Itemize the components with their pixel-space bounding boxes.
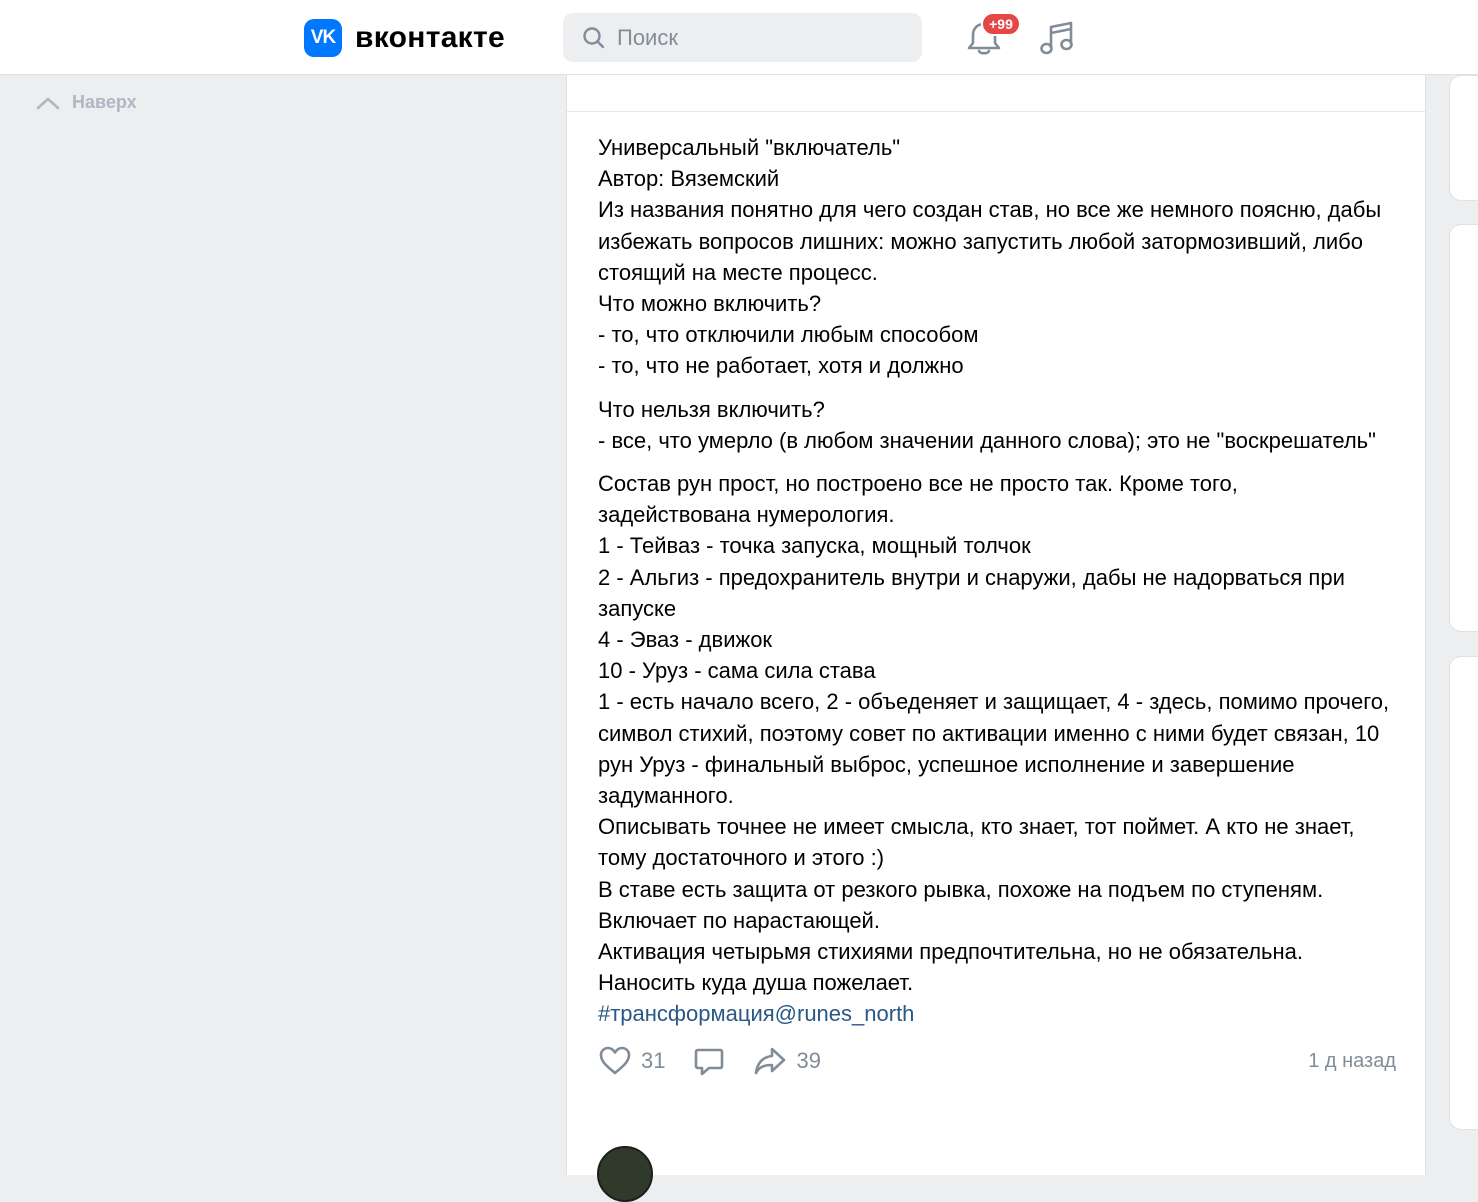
post-text-line: 1 - Тейваз - точка запуска, мощный толчо… [598, 533, 1031, 559]
like-button[interactable]: 31 [598, 1045, 665, 1077]
post-text-line: - все, что умерло (в любом значении данн… [598, 427, 1376, 453]
music-icon[interactable] [1038, 18, 1076, 58]
post-text-line: символ стихий, поэтому совет по активаци… [598, 720, 1380, 746]
vk-logo-icon: VK [304, 19, 342, 57]
post-text-line: Универсальный "включатель" [598, 135, 901, 160]
card-divider [567, 111, 1425, 112]
post-text-line: - то, что отключили любым способом [598, 322, 979, 348]
vk-logo[interactable]: VK вконтакте [304, 18, 505, 58]
post-text-line: стоящий на месте процесс. [598, 259, 878, 285]
share-button[interactable]: 39 [753, 1045, 821, 1077]
post-text-line: задуманного. [598, 783, 734, 809]
post-text-line: Наносить куда душа пожелает. [598, 970, 914, 996]
post-card: Универсальный "включатель" Автор: Вяземск… [566, 75, 1426, 1202]
post-time[interactable]: 1 д назад [1308, 1050, 1396, 1073]
post-text-line: Из названия понятно для чего создан став… [598, 197, 1382, 223]
avatar[interactable] [597, 1146, 653, 1202]
post-text-line: В ставе есть защита от резкого рывка, по… [598, 876, 1324, 902]
post-text-line: Что нельзя включить? [598, 396, 825, 422]
right-side-card [1449, 224, 1478, 632]
search-input[interactable] [617, 24, 897, 51]
scroll-up-link[interactable]: Наверх [36, 92, 137, 113]
post-actions: 31 39 1 д назад [598, 1041, 1396, 1081]
share-count: 39 [796, 1048, 821, 1073]
search-icon [583, 26, 605, 48]
post-text-line: - то, что не работает, хотя и должно [598, 353, 964, 379]
post-text-line: тому достаточного и этого :) [598, 845, 885, 871]
post-text-line: избежать вопросов лишних: можно запустит… [598, 228, 1364, 254]
post-text-line: Описывать точнее не имеет смысла, кто зн… [598, 814, 1355, 840]
post-paragraph: Состав рун прост, но построено все не пр… [598, 468, 1398, 998]
post-text-line: рун Уруз - финальный выброс, успешное ис… [598, 751, 1295, 777]
vk-logo-text: вконтакте [355, 21, 505, 54]
post-text-line: 10 - Уруз - сама сила става [598, 658, 876, 684]
post-text-line: 1 - есть начало всего, 2 - объеденяет и … [598, 689, 1390, 715]
post-text-line: Автор: Вяземский [598, 166, 780, 192]
top-header: VK вконтакте +99 [0, 0, 1478, 75]
comment-icon [695, 1048, 724, 1076]
post-text-line: 4 - Эваз - движок [598, 627, 773, 653]
like-count: 31 [641, 1048, 666, 1073]
chevron-up-icon [36, 97, 60, 109]
post-paragraph: Универсальный "включатель" Автор: Вяземск… [598, 132, 1398, 382]
post-text: Универсальный "включатель" Автор: Вяземск… [598, 132, 1398, 1030]
post-text-line: Активация четырьмя стихиями предпочтител… [598, 939, 1303, 965]
post-text-line: задействована нумерология. [598, 502, 895, 528]
post-text-line: Включает по нарастающей. [598, 907, 880, 933]
heart-icon [599, 1046, 631, 1075]
post-text-line: Состав рун прост, но построено все не пр… [598, 471, 1238, 497]
right-side-card [1449, 656, 1478, 1130]
post-paragraph: Что нельзя включить? - все, что умерло (в… [598, 394, 1398, 456]
comment-button[interactable] [693, 1045, 725, 1077]
notifications-badge[interactable]: +99 [981, 12, 1021, 36]
share-icon [755, 1047, 786, 1075]
search-box[interactable] [563, 13, 922, 62]
right-side-card [1449, 75, 1478, 201]
post-hashtag[interactable]: #трансформация@runes_north [598, 998, 1398, 1029]
post-text-line: Что можно включить? [598, 291, 822, 317]
scroll-up-label: Наверх [72, 92, 137, 112]
post-text-line: запуске [598, 595, 677, 621]
post-text-line: 2 - Альгиз - предохранитель внутри и сна… [598, 564, 1345, 590]
